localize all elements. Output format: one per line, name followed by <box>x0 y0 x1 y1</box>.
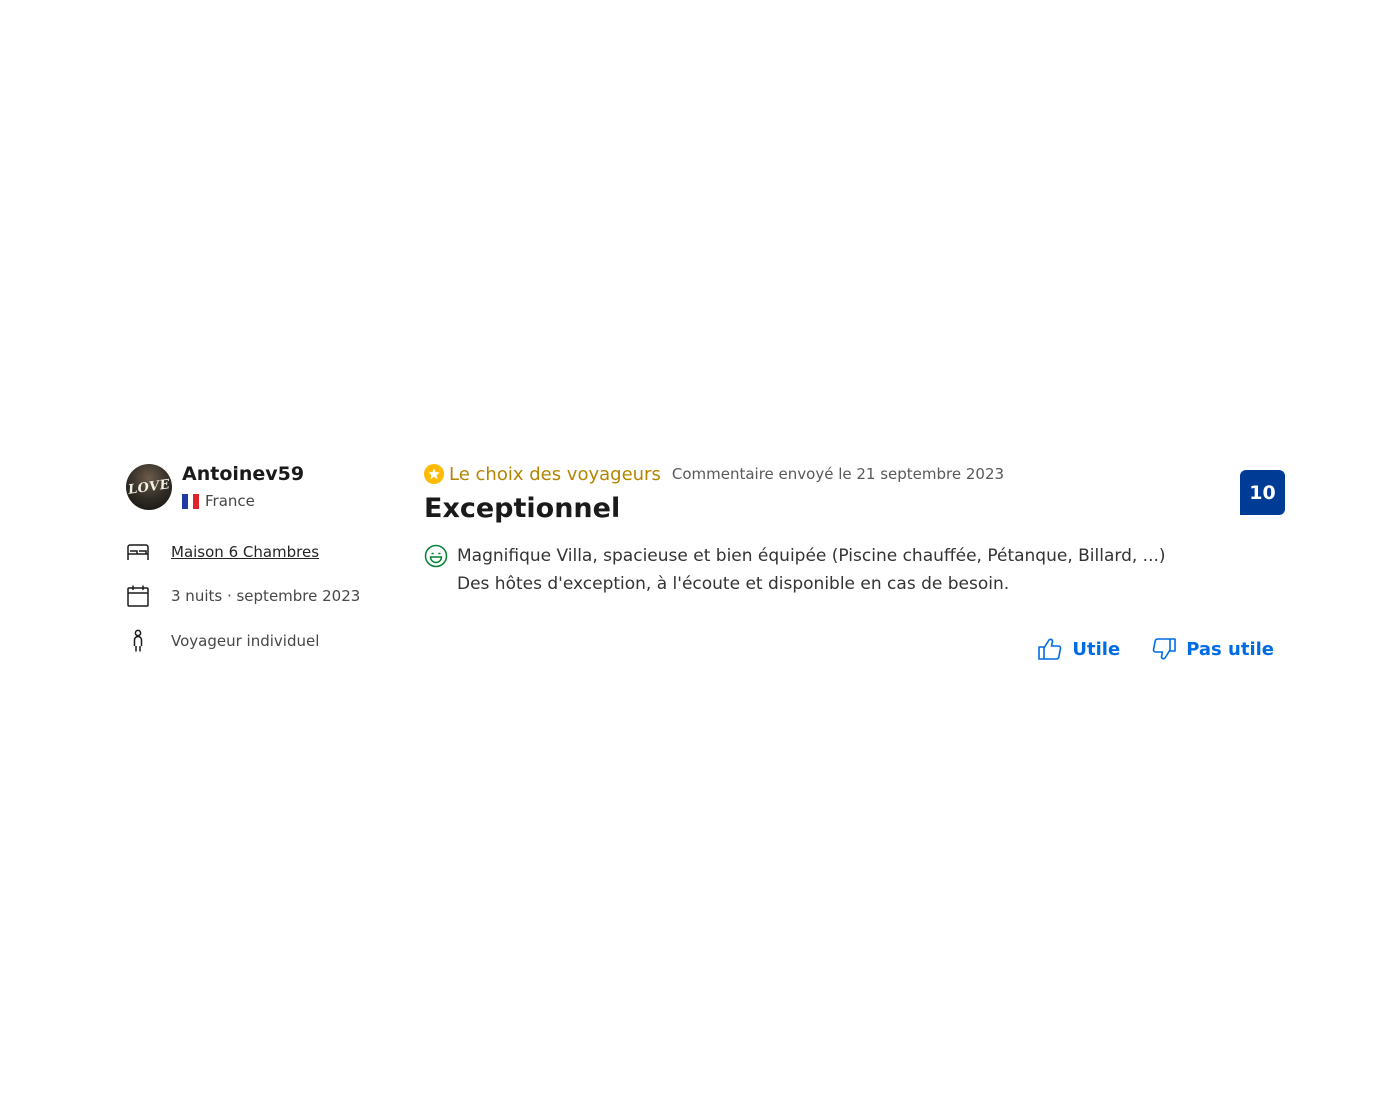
person-icon <box>126 629 150 653</box>
traveller-row: Voyageur individuel <box>126 629 396 653</box>
calendar-icon <box>126 584 150 608</box>
review-text: Magnifique Villa, spacieuse et bien équi… <box>457 542 1166 598</box>
stay-label: 3 nuits · septembre 2023 <box>171 587 361 605</box>
review-header: Le choix des voyageurs Commentaire envoy… <box>424 462 1284 486</box>
review-positive: Magnifique Villa, spacieuse et bien équi… <box>424 544 1284 598</box>
review-actions: Utile Pas utile <box>1037 636 1274 662</box>
reviewer-name: Antoinev59 <box>182 463 305 485</box>
avatar-text: LOVE <box>127 476 171 498</box>
review-title: Exceptionnel <box>424 493 621 524</box>
avatar: LOVE <box>126 464 172 510</box>
reviewer-panel: LOVE Antoinev59 France Maison 6 Chambres <box>126 464 396 653</box>
review-line: Des hôtes d'exception, à l'écoute et dis… <box>457 574 1010 594</box>
helpful-label: Utile <box>1072 638 1121 660</box>
reviewer-identity: Antoinev59 France <box>182 464 304 510</box>
reviewer-country: France <box>182 492 304 510</box>
score-badge: 10 <box>1240 470 1285 515</box>
thumbs-down-icon <box>1151 636 1177 662</box>
not-helpful-label: Pas utile <box>1186 638 1274 660</box>
review-date: Commentaire envoyé le 21 septembre 2023 <box>671 465 1005 483</box>
room-type-row: Maison 6 Chambres <box>126 540 396 564</box>
france-flag-icon <box>182 493 200 509</box>
review-line: Magnifique Villa, spacieuse et bien équi… <box>457 546 1166 566</box>
stay-row: 3 nuits · septembre 2023 <box>126 584 396 608</box>
travellers-choice-badge: Le choix des voyageurs <box>449 463 661 485</box>
smiley-icon <box>424 544 448 568</box>
thumbs-up-icon <box>1037 636 1063 662</box>
not-helpful-button[interactable]: Pas utile <box>1151 636 1274 662</box>
star-circle-icon <box>424 464 444 484</box>
helpful-button[interactable]: Utile <box>1037 636 1120 662</box>
review-body: Le choix des voyageurs Commentaire envoy… <box>424 462 1284 598</box>
traveller-type: Voyageur individuel <box>171 632 320 650</box>
country-label: France <box>205 492 255 510</box>
room-type-link[interactable]: Maison 6 Chambres <box>171 543 319 561</box>
bed-icon <box>126 540 150 564</box>
reviewer-header: LOVE Antoinev59 France <box>126 464 396 510</box>
